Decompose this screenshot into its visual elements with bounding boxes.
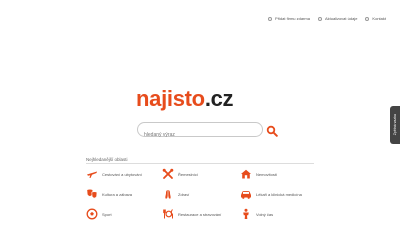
feedback-label: Zpětná vazba (393, 114, 397, 136)
house-icon (241, 169, 251, 179)
contact-label: Kontakt (372, 16, 386, 21)
category-craftsmen[interactable]: Řemeslníci (162, 168, 240, 180)
category-label: Lékaři a klinická medicína (256, 191, 302, 197)
category-label: Nemovitosti (256, 171, 277, 177)
circle-icon (268, 16, 273, 21)
search-button[interactable] (266, 124, 278, 137)
health-icon (165, 189, 171, 199)
category-doctors[interactable]: Lékaři a klinická medicína (240, 188, 316, 200)
category-label: Sport (102, 211, 112, 217)
search-box (137, 122, 263, 142)
category-label: Řemeslníci (178, 171, 198, 177)
category-label: Volný čas (256, 211, 274, 217)
category-travel[interactable]: Cestování a ubytování (86, 168, 162, 180)
category-health[interactable]: Zdraví (162, 188, 240, 200)
airplane-icon (87, 171, 97, 178)
ball-icon (86, 208, 98, 220)
logo-name: najisto (136, 86, 205, 111)
person-icon (243, 208, 249, 219)
search-input[interactable] (144, 128, 254, 142)
category-real-estate[interactable]: Nemovitosti (240, 168, 316, 180)
circle-icon (365, 16, 370, 21)
section-divider (86, 163, 314, 164)
section-title: Nejhledanější oblasti (86, 157, 128, 162)
search-icon (266, 125, 278, 137)
add-company-label: Přidat firmu zdarma (275, 16, 310, 21)
update-data-label: Aktualizovat údaje (324, 16, 358, 21)
category-label: Cestování a ubytování (102, 171, 142, 177)
category-leisure[interactable]: Volný čas (240, 208, 316, 220)
tools-icon (162, 168, 174, 179)
logo-tld: cz (210, 86, 234, 111)
food-icon (163, 209, 173, 219)
category-label: Kultura a zábava (102, 191, 133, 197)
top-navigation: Přidat firmu zdarma Aktualizovat údaje K… (268, 16, 386, 21)
add-company-link[interactable]: Přidat firmu zdarma (268, 16, 310, 21)
feedback-tab[interactable]: Zpětná vazba (390, 106, 400, 144)
circle-icon (317, 16, 322, 21)
category-grid: Cestování a ubytování Řemeslníci Nemovit… (86, 168, 316, 220)
contact-link[interactable]: Kontakt (365, 16, 386, 21)
category-label: Zdraví (178, 191, 190, 197)
update-data-link[interactable]: Aktualizovat údaje (317, 16, 358, 21)
car-icon (241, 191, 251, 199)
site-logo[interactable]: najisto.cz (136, 86, 234, 111)
masks-icon (87, 189, 98, 199)
category-culture[interactable]: Kultura a zábava (86, 188, 162, 200)
category-restaurants[interactable]: Restaurace a stravování (162, 208, 240, 220)
category-sport[interactable]: Sport (86, 208, 162, 220)
category-label: Restaurace a stravování (178, 211, 222, 217)
